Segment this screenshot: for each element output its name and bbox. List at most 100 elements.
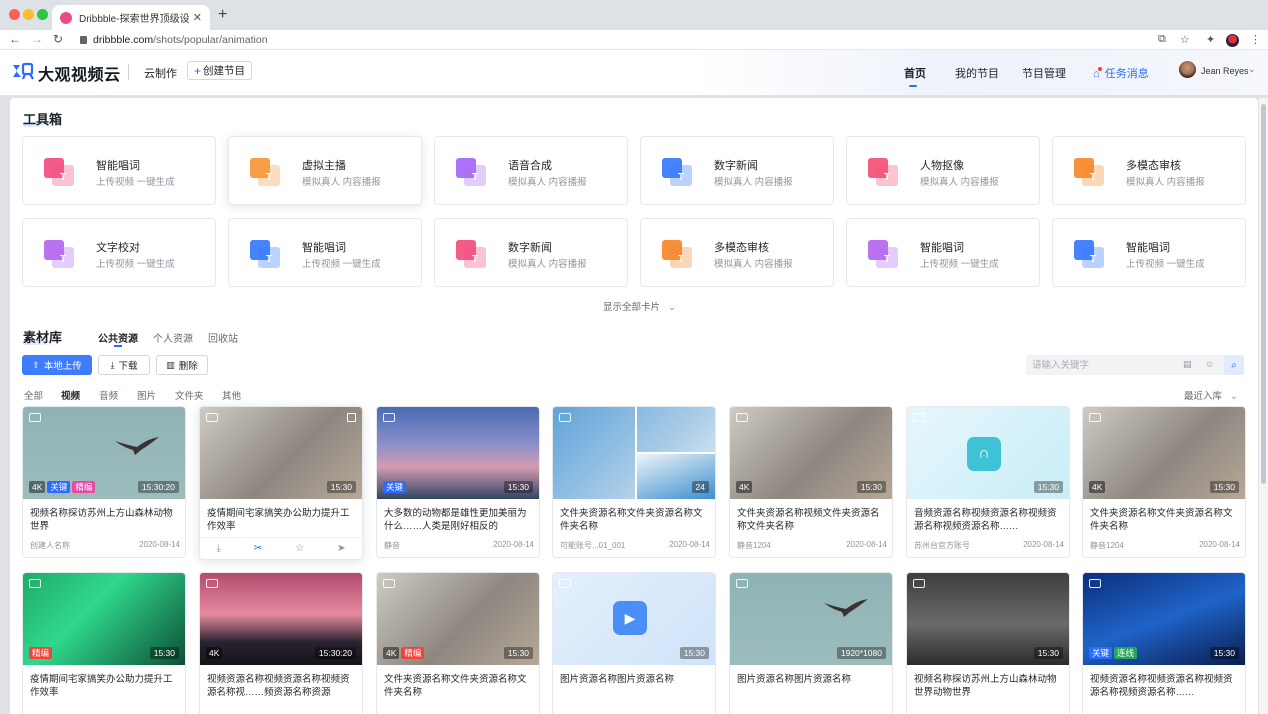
new-tab-button[interactable]: + bbox=[218, 6, 227, 24]
face-search-icon[interactable]: ☺ bbox=[1205, 359, 1214, 369]
asset-card[interactable]: 15:30 疫情期间宅家搞笑办公助力提升工作效率 ⤓ ✂ ☆ ➤ bbox=[199, 406, 363, 560]
tool-card[interactable]: T 文字校对 上传视频 一键生成 bbox=[22, 218, 216, 287]
search-input[interactable] bbox=[1032, 358, 1172, 372]
asset-title[interactable]: 文件夹资源名称视频文件夹资源名称文件夹名称 bbox=[737, 507, 887, 533]
tool-card[interactable]: T 语音合成 模拟真人 内容播报 bbox=[434, 136, 628, 205]
browser-tab[interactable]: Dribbble-探索世界顶级设计师和 ✕ bbox=[52, 5, 210, 30]
asset-title[interactable]: 图片资源名称图片资源名称 bbox=[737, 673, 887, 699]
tool-card[interactable]: T 智能唱词 上传视频 一键生成 bbox=[846, 218, 1040, 287]
image-search-icon[interactable]: ▤ bbox=[1183, 359, 1192, 370]
nav-home[interactable]: 首页 bbox=[904, 65, 926, 81]
reload-icon[interactable]: ↻ bbox=[53, 32, 63, 46]
asset-card[interactable]: ▶ 15:30 图片资源名称图片资源名称 bbox=[552, 572, 716, 714]
download-button[interactable]: ⤓ 下载 bbox=[98, 355, 150, 375]
tool-card[interactable]: T 虚拟主播 模拟真人 内容播报 bbox=[228, 136, 422, 205]
asset-thumbnail[interactable]: ▶ 15:30 bbox=[553, 573, 715, 665]
search-button[interactable]: ⌕ bbox=[1224, 355, 1244, 375]
tool-card[interactable]: T 数字新闻 模拟真人 内容播报 bbox=[640, 136, 834, 205]
asset-card[interactable]: 4K 精编 15:30 文件夹资源名称文件夹资源名称文件夹名称 bbox=[376, 572, 540, 714]
asset-thumbnail[interactable]: 4K 15:30 bbox=[1083, 407, 1245, 499]
task-message-link[interactable]: ⌂ 任务消息 bbox=[1093, 65, 1149, 81]
create-program-button[interactable]: + 创建节目 bbox=[187, 61, 253, 80]
asset-title[interactable]: 视频资源名称视频资源名称视频资源名称视频资源名称…… bbox=[1090, 673, 1240, 699]
asset-card[interactable]: 4K 15:30 文件夹资源名称视频文件夹资源名称文件夹名称 静音1204 2020-0… bbox=[729, 406, 893, 558]
asset-thumbnail[interactable]: 4K 精编 15:30 bbox=[377, 573, 539, 665]
tool-card[interactable]: T 智能唱词 上传视频 一键生成 bbox=[1052, 218, 1246, 287]
asset-title[interactable]: 大多数的动物都是雄性更加美丽为什么……人类是刚好相反的 bbox=[384, 507, 534, 533]
asset-title[interactable]: 文件夹资源名称文件夹资源名称文件夹名称 bbox=[1090, 507, 1240, 533]
filter-all[interactable]: 全部 bbox=[24, 388, 43, 402]
tool-card[interactable]: T 多模态审核 模拟真人 内容播报 bbox=[1052, 136, 1246, 205]
asset-card[interactable]: 4K 关键 精编 15:30:20 视频名称探访苏州上方山森林动物世界 创建人名称 2020… bbox=[22, 406, 186, 558]
nav-my-programs[interactable]: 我的节目 bbox=[955, 65, 999, 81]
asset-card[interactable]: 24 文件夹资源名称文件夹资源名称文件夹名称 可能账号...01_001 2020-0… bbox=[552, 406, 716, 558]
tool-card[interactable]: T 智能唱词 上传视频 一键生成 bbox=[228, 218, 422, 287]
star-icon[interactable]: ☆ bbox=[295, 543, 304, 554]
tool-card[interactable]: T 人物抠像 模拟真人 内容播报 bbox=[846, 136, 1040, 205]
asset-title[interactable]: 图片资源名称图片资源名称 bbox=[560, 673, 710, 699]
asset-thumbnail[interactable]: 4K 15:30 bbox=[730, 407, 892, 499]
delete-button[interactable]: ▥ 删除 bbox=[156, 355, 208, 375]
tab-close-icon[interactable]: ✕ bbox=[193, 11, 202, 24]
filter-other[interactable]: 其他 bbox=[222, 388, 241, 402]
translate-icon[interactable]: ⧉ bbox=[1158, 33, 1166, 46]
asset-thumbnail[interactable]: ∩ 15:30 bbox=[907, 407, 1069, 499]
scissors-icon[interactable]: ✂ bbox=[254, 543, 262, 554]
asset-title[interactable]: 疫情期间宅家搞笑办公助力提升工作效率 bbox=[207, 507, 357, 533]
cloud-make-link[interactable]: 云制作 bbox=[144, 65, 177, 81]
browser-menu-icon[interactable]: ⋮ bbox=[1250, 33, 1261, 46]
bookmark-star-icon[interactable]: ☆ bbox=[1180, 33, 1190, 46]
back-arrow-icon[interactable]: ← bbox=[9, 32, 21, 46]
asset-title[interactable]: 视频名称探访苏州上方山森林动物世界动物世界 bbox=[914, 673, 1064, 699]
asset-thumbnail[interactable]: 4K 15:30:20 bbox=[200, 573, 362, 665]
profile-avatar-icon[interactable] bbox=[1226, 34, 1239, 47]
asset-thumbnail[interactable]: 关键 15:30 bbox=[377, 407, 539, 499]
filter-image[interactable]: 图片 bbox=[137, 388, 156, 402]
sort-dropdown[interactable]: 最近入库 ⌄ bbox=[1184, 388, 1238, 402]
asset-thumbnail[interactable]: 1920*1080 bbox=[730, 573, 892, 665]
show-all-cards-button[interactable]: 显示全部卡片 ⌄ bbox=[603, 299, 676, 313]
asset-thumbnail[interactable]: 24 bbox=[553, 407, 715, 499]
tab-recycle-bin[interactable]: 回收站 bbox=[208, 330, 238, 345]
window-minimize-button[interactable] bbox=[23, 9, 34, 20]
asset-thumbnail[interactable]: 15:30 bbox=[200, 407, 362, 499]
tool-card[interactable]: T 数字新闻 模拟真人 内容播报 bbox=[434, 218, 628, 287]
asset-title[interactable]: 视频名称探访苏州上方山森林动物世界 bbox=[30, 507, 180, 533]
nav-program-management[interactable]: 节目管理 bbox=[1022, 65, 1066, 81]
filter-audio[interactable]: 音频 bbox=[99, 388, 118, 402]
send-icon[interactable]: ➤ bbox=[337, 543, 345, 554]
tab-public-resources[interactable]: 公共资源 bbox=[98, 330, 138, 345]
scrollbar-thumb[interactable] bbox=[1261, 104, 1266, 484]
asset-card[interactable]: 4K 15:30:20 视频资源名称视频资源名称视频资源名称视……频资源名称资源 bbox=[199, 572, 363, 714]
asset-thumbnail[interactable]: 4K 关键 精编 15:30:20 bbox=[23, 407, 185, 499]
filter-folder[interactable]: 文件夹 bbox=[175, 388, 204, 402]
asset-card[interactable]: 关键 15:30 大多数的动物都是雄性更加美丽为什么……人类是刚好相反的 静音 2020… bbox=[376, 406, 540, 558]
asset-card[interactable]: 1920*1080 图片资源名称图片资源名称 bbox=[729, 572, 893, 714]
url-field[interactable]: dribbble.com/shots/popular/animation bbox=[80, 34, 268, 46]
asset-thumbnail[interactable]: 15:30 bbox=[907, 573, 1069, 665]
asset-title[interactable]: 疫情期间宅家搞笑办公助力提升工作效率 bbox=[30, 673, 180, 699]
local-upload-button[interactable]: ⇪ 本地上传 bbox=[22, 355, 92, 375]
window-zoom-button[interactable] bbox=[37, 9, 48, 20]
extensions-puzzle-icon[interactable]: ✦ bbox=[1206, 33, 1215, 46]
asset-title[interactable]: 视频资源名称视频资源名称视频资源名称视……频资源名称资源 bbox=[207, 673, 357, 699]
asset-card[interactable]: ∩ 15:30 音频资源名称视频资源名称视频资源名称视频资源名称…… 苏州台官方账号 2… bbox=[906, 406, 1070, 558]
tool-card[interactable]: T 智能唱词 上传视频 一键生成 bbox=[22, 136, 216, 205]
asset-title[interactable]: 音频资源名称视频资源名称视频资源名称视频资源名称…… bbox=[914, 507, 1064, 533]
download-icon[interactable]: ⤓ bbox=[216, 543, 220, 554]
asset-title[interactable]: 文件夹资源名称文件夹资源名称文件夹名称 bbox=[560, 507, 710, 533]
user-name[interactable]: Jean Reyes bbox=[1201, 66, 1249, 76]
asset-card[interactable]: 关键 连线 15:30 视频资源名称视频资源名称视频资源名称视频资源名称…… bbox=[1082, 572, 1246, 714]
tool-card[interactable]: T 多模态审核 模拟真人 内容播报 bbox=[640, 218, 834, 287]
asset-title[interactable]: 文件夹资源名称文件夹资源名称文件夹名称 bbox=[384, 673, 534, 699]
window-close-button[interactable] bbox=[9, 9, 20, 20]
asset-card[interactable]: 4K 15:30 文件夹资源名称文件夹资源名称文件夹名称 静音1204 2020-08-… bbox=[1082, 406, 1246, 558]
filter-video[interactable]: 视频 bbox=[61, 388, 80, 402]
tab-personal-resources[interactable]: 个人资源 bbox=[153, 330, 193, 345]
forward-arrow-icon[interactable]: → bbox=[31, 32, 43, 46]
select-checkbox[interactable] bbox=[347, 413, 356, 422]
asset-thumbnail[interactable]: 精编 15:30 bbox=[23, 573, 185, 665]
asset-thumbnail[interactable]: 关键 连线 15:30 bbox=[1083, 573, 1245, 665]
chevron-down-icon[interactable]: ⌄ bbox=[1248, 64, 1256, 75]
asset-card[interactable]: 精编 15:30 疫情期间宅家搞笑办公助力提升工作效率 bbox=[22, 572, 186, 714]
